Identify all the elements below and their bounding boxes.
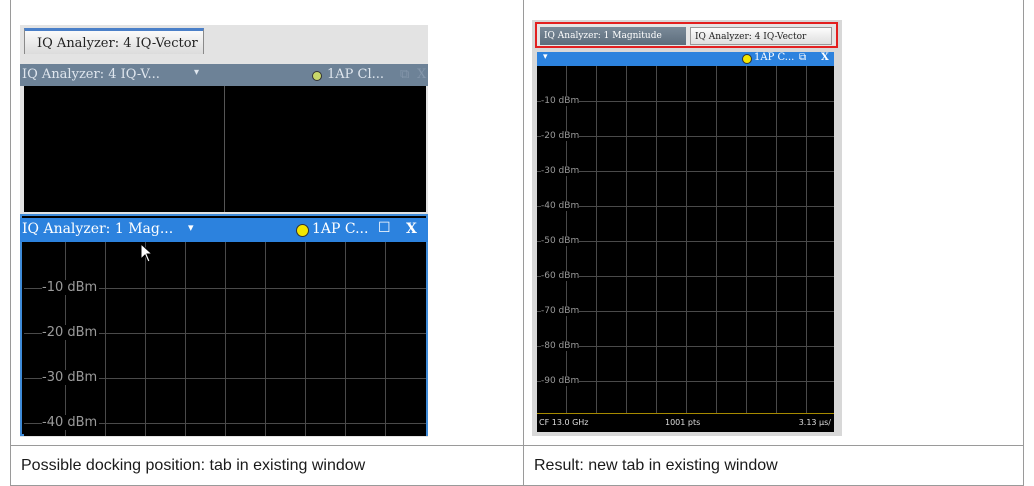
grid-line <box>656 66 657 413</box>
y-axis-label: -70 dBm <box>541 306 580 316</box>
grid-line <box>305 242 306 436</box>
sweep-points: 1001 pts <box>665 418 701 427</box>
grid-line <box>225 242 226 436</box>
grid-line <box>537 346 834 347</box>
y-axis-label: -40 dBm <box>42 415 100 430</box>
iq-vector-window-titlebar[interactable]: IQ Analyzer: 4 IQ-V... ▾ 1AP Cl... ⧉ X <box>20 64 428 86</box>
y-axis-label: -50 dBm <box>541 236 580 246</box>
grid-line <box>537 206 834 207</box>
left-caption: Possible docking position: tab in existi… <box>21 457 366 474</box>
maximize-icon[interactable]: ☐ <box>378 220 391 236</box>
center-frequency: CF 13.0 GHz <box>539 418 589 427</box>
window-titlebar[interactable]: ▾ 1AP C... ⧉ X <box>537 52 834 66</box>
close-icon[interactable]: X <box>406 221 417 237</box>
window-title: IQ Analyzer: 1 Mag... <box>22 221 174 237</box>
y-axis-label: -10 dBm <box>541 96 580 106</box>
grid-line <box>145 242 146 436</box>
grid-line <box>537 276 834 277</box>
column-divider <box>523 0 524 486</box>
y-axis-label: -30 dBm <box>541 166 580 176</box>
grid-line <box>537 101 834 102</box>
y-axis-label: -80 dBm <box>541 341 580 351</box>
right-caption: Result: new tab in existing window <box>534 457 778 474</box>
y-axis-label: -30 dBm <box>42 370 100 385</box>
grid-line <box>626 66 627 413</box>
grid-line <box>537 136 834 137</box>
magnitude-window-titlebar[interactable]: IQ Analyzer: 1 Mag... ▾ 1AP C... ☐ X <box>20 218 428 242</box>
grid-line <box>385 242 386 436</box>
y-axis-label: -20 dBm <box>42 325 100 340</box>
window-title: IQ Analyzer: 4 IQ-V... <box>22 67 160 82</box>
close-icon[interactable]: X <box>417 67 426 82</box>
channel-status: 1AP Cl... <box>327 67 385 82</box>
status-dot-icon <box>312 68 322 83</box>
undock-icon[interactable]: ⧉ <box>799 52 806 63</box>
grid-line <box>776 66 777 413</box>
title-dropdown-icon[interactable]: ▾ <box>194 67 199 78</box>
tab-iq-vector[interactable]: IQ Analyzer: 4 IQ-Vector <box>24 28 204 54</box>
grid-line <box>105 242 106 436</box>
magnitude-trace-display: -10 dBm -20 dBm -30 dBm -40 dBm <box>24 242 426 436</box>
grid-line <box>265 242 266 436</box>
grid-line <box>537 311 834 312</box>
channel-status: 1AP C... <box>754 52 795 63</box>
status-dot-icon <box>296 222 309 238</box>
arrow-cursor-icon <box>140 243 154 263</box>
y-axis-label: -90 dBm <box>541 376 580 386</box>
y-axis-label: -10 dBm <box>42 280 100 295</box>
grid-line <box>537 241 834 242</box>
grid-line <box>537 381 834 382</box>
grid-line <box>345 242 346 436</box>
close-icon[interactable]: X <box>821 52 829 63</box>
channel-status: 1AP C... <box>312 221 369 237</box>
grid-line <box>596 66 597 413</box>
tab-iq-vector[interactable]: IQ Analyzer: 4 IQ-Vector <box>690 27 832 45</box>
magnitude-trace-display: -10 dBm -20 dBm -30 dBm -40 dBm -50 dBm … <box>537 66 834 413</box>
iq-vector-display <box>24 86 426 212</box>
title-dropdown-icon[interactable]: ▾ <box>188 221 194 234</box>
grid-line <box>185 242 186 436</box>
grid-line <box>686 66 687 413</box>
undock-icon[interactable]: ⧉ <box>400 67 409 82</box>
y-axis-label: -20 dBm <box>541 131 580 141</box>
tab-bar-highlight: IQ Analyzer: 1 Magnitude IQ Analyzer: 4 … <box>535 22 838 48</box>
time-per-division: 3.13 µs/ <box>798 418 831 427</box>
y-axis-label: -60 dBm <box>541 271 580 281</box>
title-dropdown-icon[interactable]: ▾ <box>543 52 548 62</box>
y-axis-label: -40 dBm <box>541 201 580 211</box>
status-footer: CF 13.0 GHz 1001 pts 3.13 µs/ <box>537 413 834 432</box>
display-split-line <box>224 86 225 212</box>
grid-line <box>537 171 834 172</box>
grid-line <box>806 66 807 413</box>
grid-line <box>746 66 747 413</box>
grid-line <box>716 66 717 413</box>
status-dot-icon <box>742 53 752 64</box>
tab-magnitude[interactable]: IQ Analyzer: 1 Magnitude <box>540 27 686 45</box>
